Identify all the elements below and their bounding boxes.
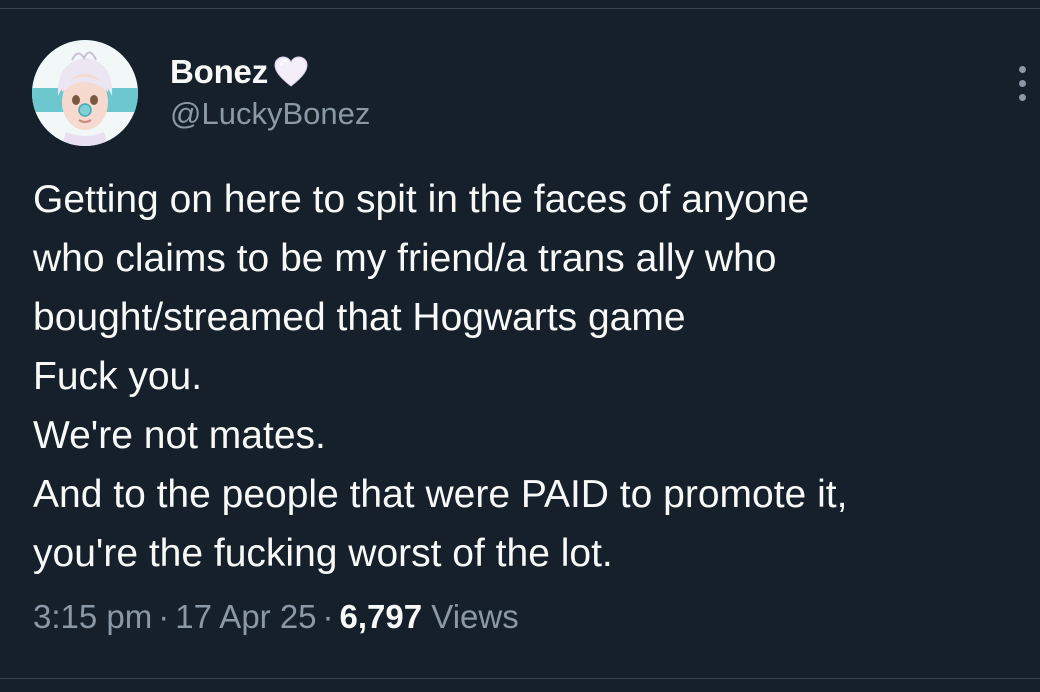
meta-separator: · <box>322 598 334 635</box>
meta-separator: · <box>158 598 170 635</box>
tweet-text: Getting on here to spit in the faces of … <box>33 170 1023 583</box>
more-options-icon[interactable] <box>1010 62 1034 106</box>
avatar-image <box>32 40 138 146</box>
bottom-divider <box>0 678 1040 679</box>
tweet-date[interactable]: 17 Apr 25 <box>175 598 316 635</box>
tweet-line: who claims to be my friend/a trans ally … <box>33 237 777 280</box>
tweet-meta: 3:15 pm · 17 Apr 25 · 6,797 Views <box>33 598 519 636</box>
author-display-name[interactable]: Bonez <box>170 53 268 91</box>
author-name-row[interactable]: Bonez <box>170 50 308 94</box>
white-heart-icon <box>274 56 308 88</box>
tweet-line: you're the fucking worst of the lot. <box>33 532 613 575</box>
top-divider <box>0 8 1040 9</box>
tweet-line: Getting on here to spit in the faces of … <box>33 178 810 221</box>
avatar[interactable] <box>32 40 138 146</box>
views-label[interactable]: Views <box>431 598 518 635</box>
views-count[interactable]: 6,797 <box>340 598 423 635</box>
tweet-time[interactable]: 3:15 pm <box>33 598 152 635</box>
author-handle[interactable]: @LuckyBonez <box>170 96 370 132</box>
tweet-line: Fuck you. <box>33 355 203 398</box>
tweet-line: And to the people that were PAID to prom… <box>33 473 848 516</box>
tweet-line: We're not mates. <box>33 414 326 457</box>
tweet-line: bought/streamed that Hogwarts game <box>33 296 686 339</box>
